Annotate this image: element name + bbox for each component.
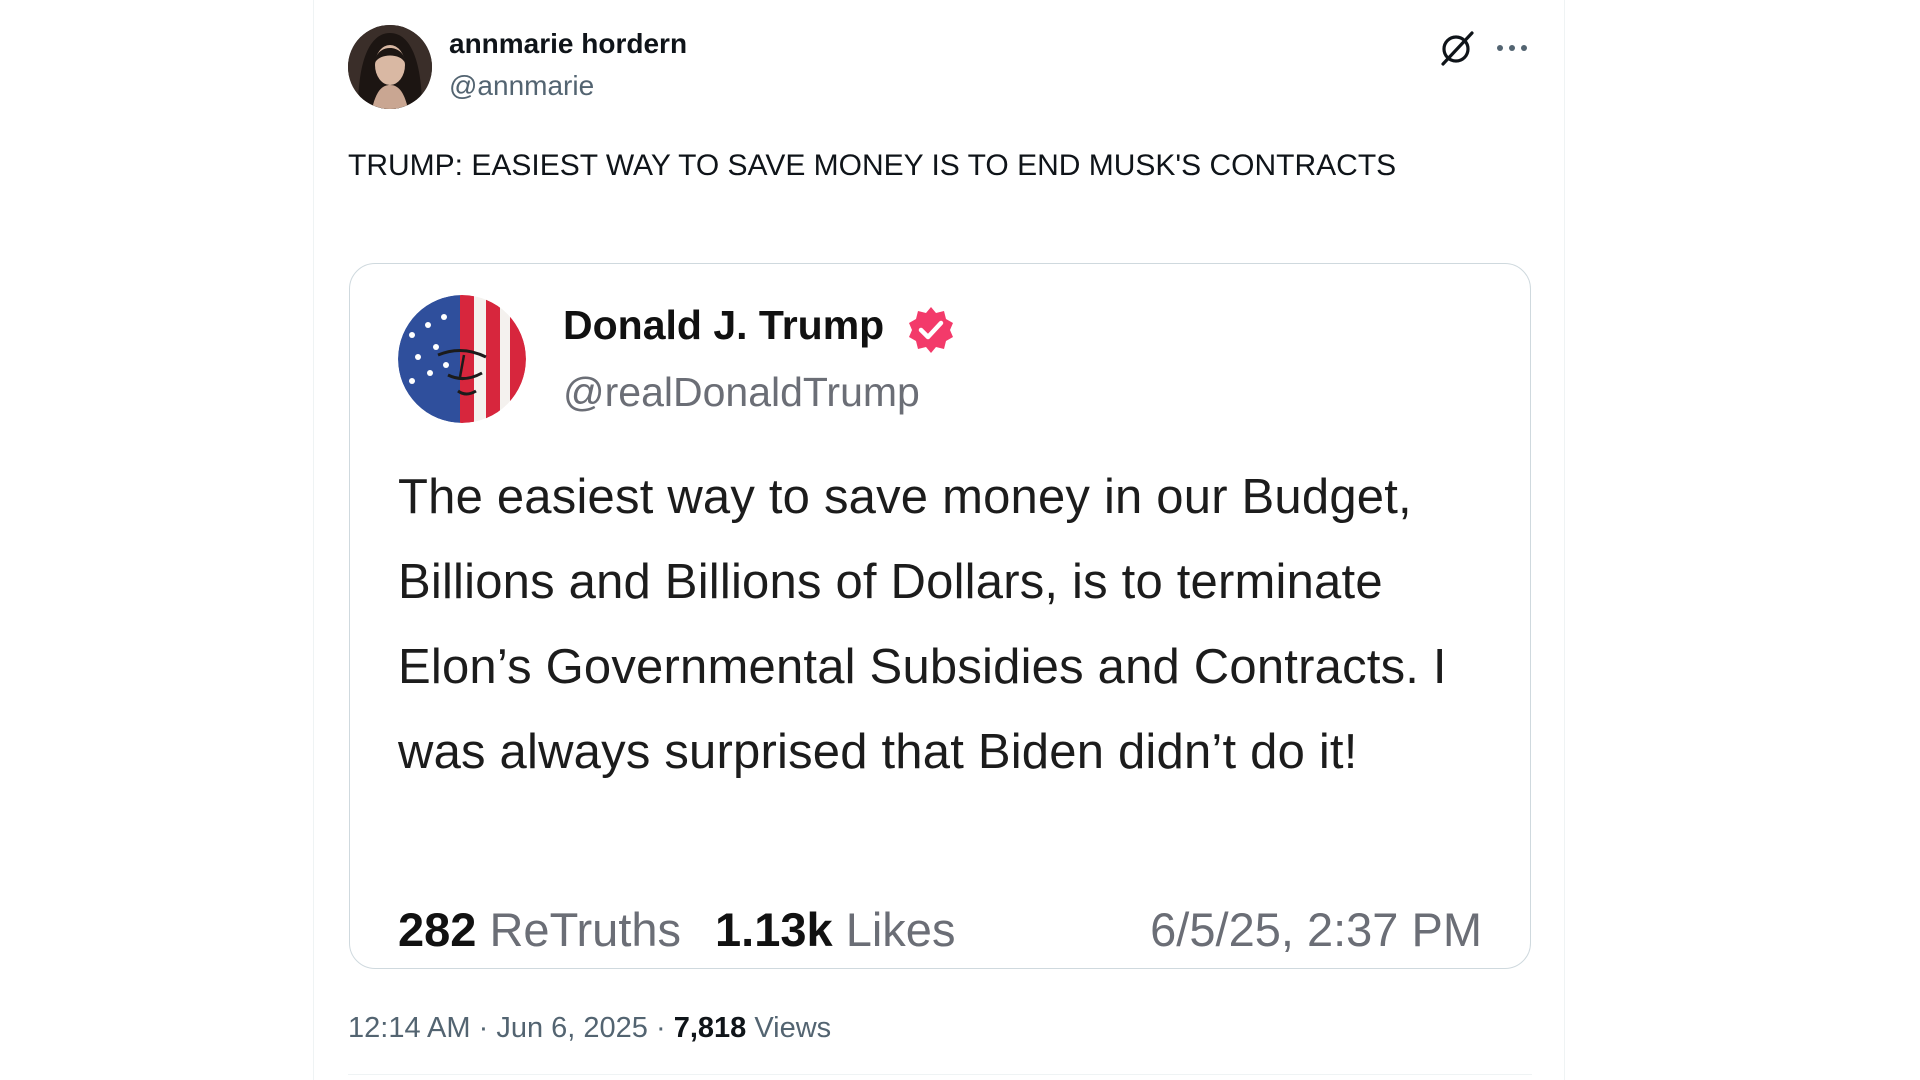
retruths-label: ReTruths: [489, 903, 682, 956]
author-name[interactable]: annmarie hordern: [449, 28, 687, 60]
likes-label: Likes: [845, 903, 956, 956]
quoted-post-card[interactable]: Donald J. Trump @realDonaldTrump The eas…: [349, 263, 1531, 969]
likes-count: 1.13k: [715, 903, 833, 956]
quote-text: The easiest way to save money in our Bud…: [398, 470, 1447, 779]
quote-author-handle: @realDonaldTrump: [563, 369, 920, 415]
tweet-time[interactable]: 12:14 AM: [348, 1012, 471, 1044]
retruths-count: 282: [398, 903, 477, 956]
views-label: Views: [754, 1012, 832, 1044]
meta-separator: ·: [655, 1012, 666, 1044]
author-handle[interactable]: @annmarie: [449, 70, 594, 102]
meta-separator: ·: [478, 1012, 489, 1044]
views-count[interactable]: 7,818: [674, 1012, 747, 1044]
quote-author-name: Donald J. Trump: [563, 302, 885, 348]
tweet-text: TRUMP: EASIEST WAY TO SAVE MONEY IS TO E…: [348, 149, 1397, 182]
verified-badge-icon: [906, 305, 956, 355]
quote-timestamp: 6/5/25, 2:37 PM: [1150, 903, 1482, 956]
grok-icon[interactable]: [1437, 28, 1477, 68]
author-avatar-image: [348, 25, 432, 109]
more-options-icon[interactable]: [1492, 28, 1532, 68]
author-avatar[interactable]: [348, 25, 432, 109]
tweet-page: annmarie hordern @annmarie TRUMP: EASIES…: [0, 0, 1920, 1080]
tweet-date[interactable]: Jun 6, 2025: [496, 1012, 648, 1044]
flag-portrait-image: [398, 295, 526, 423]
divider: [348, 1074, 1532, 1075]
tweet-meta: 12:14 AM · Jun 6, 2025 · 7,818 Views: [348, 1012, 831, 1045]
quote-stats: 282 ReTruths 1.13k Likes: [398, 902, 955, 957]
quote-author-avatar: [398, 295, 526, 423]
